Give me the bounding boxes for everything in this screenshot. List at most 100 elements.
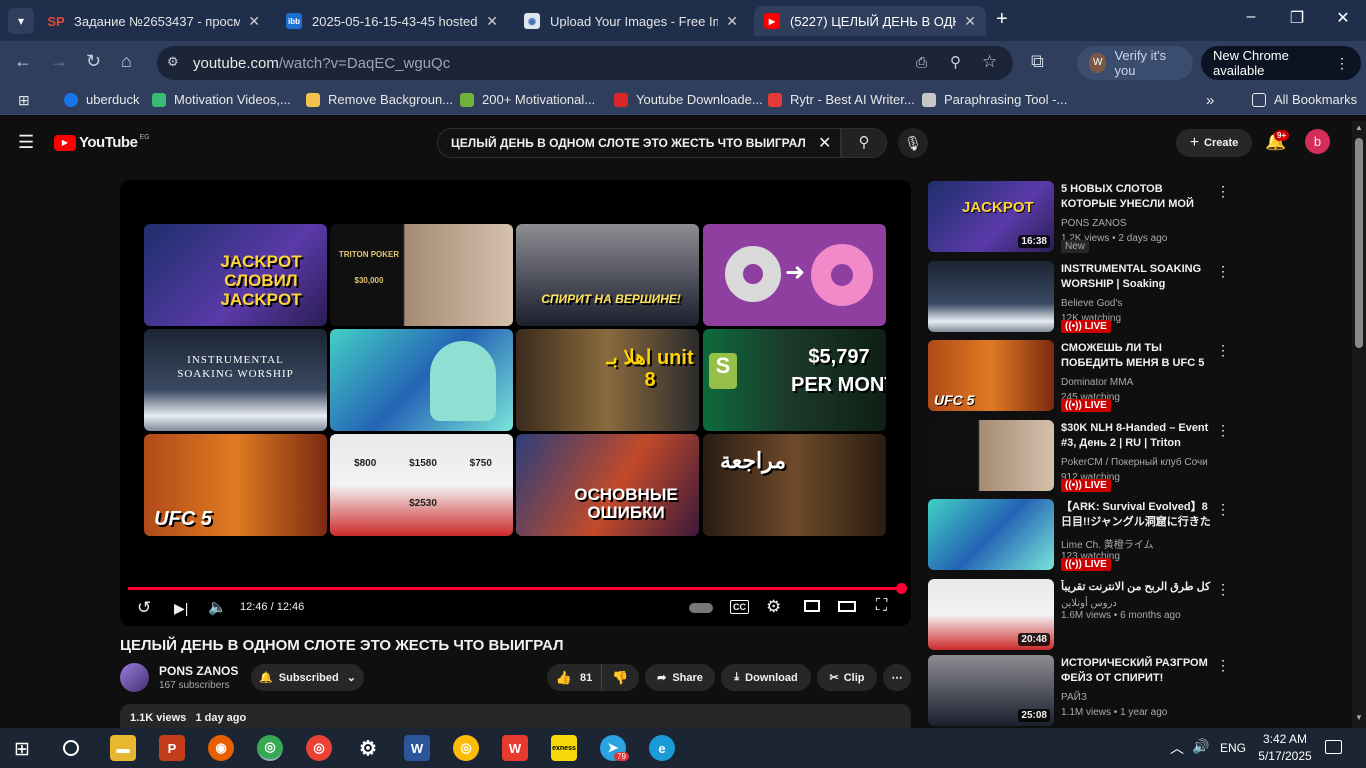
install-app-icon[interactable]: ⎙ <box>916 54 927 71</box>
settings-gear-icon[interactable]: ⚙ <box>355 735 381 761</box>
more-vertical-icon[interactable]: ⋮ <box>1216 342 1230 359</box>
close-icon[interactable]: ✕ <box>726 13 738 30</box>
more-vertical-icon[interactable]: ⋮ <box>1216 422 1230 439</box>
more-vertical-icon[interactable]: ⋮ <box>1216 657 1230 674</box>
bookmark-rytr[interactable]: Rytr - Best AI Writer... <box>768 92 915 107</box>
wps-icon[interactable]: W <box>502 735 528 761</box>
verify-button[interactable]: W Verify it's you <box>1077 46 1193 80</box>
endscreen-video[interactable]: TRITON POKER $30,000 <box>330 224 513 326</box>
extensions-icon[interactable]: ⧉ <box>1031 51 1044 72</box>
minimize-icon[interactable]: – <box>1228 8 1274 26</box>
endscreen-video[interactable]: ОСНОВНЫЕ ОШИБКИ <box>516 434 699 536</box>
exness-icon[interactable]: exness <box>551 735 577 761</box>
home-icon[interactable]: ⌂ <box>121 51 132 72</box>
voice-search-button[interactable]: 🎙 <box>898 128 928 158</box>
fullscreen-icon[interactable]: ⛶ <box>876 597 887 615</box>
share-button[interactable]: ➦ Share <box>645 664 715 691</box>
youtube-logo[interactable]: ▶ YouTube EG <box>54 134 150 151</box>
bookmark-motivation[interactable]: Motivation Videos,... <box>152 92 291 107</box>
forward-icon[interactable]: → <box>50 51 68 72</box>
endscreen-video[interactable]: ➜ <box>703 224 886 326</box>
bookmark-200-motivational[interactable]: 200+ Motivational... <box>460 92 595 107</box>
create-button[interactable]: + Create <box>1176 129 1252 157</box>
endscreen-video[interactable]: $800 $1580 $750 $2530 <box>330 434 513 536</box>
subscribed-button[interactable]: 🔔 Subscribed ⌄ <box>251 664 364 691</box>
site-info-icon[interactable]: ⚙ <box>167 54 179 70</box>
scrollbar-thumb[interactable] <box>1355 138 1363 348</box>
bookmark-paraphrasing[interactable]: Paraphrasing Tool -... <box>922 92 1067 107</box>
endscreen-video[interactable]: مراجعة <box>703 434 886 536</box>
like-button[interactable]: 👍 81 <box>547 664 601 691</box>
endscreen-video[interactable]: اهلا بـ unit 8 <box>516 329 699 431</box>
avatar[interactable]: b <box>1305 129 1330 154</box>
recommendation-item[interactable]: JACKPOT 16:38 5 НОВЫХ СЛОТОВ КОТОРЫЕ УНЕ… <box>928 181 1230 255</box>
more-actions-button[interactable]: ⋯ <box>883 664 911 691</box>
windows-start-icon[interactable]: ⊞ <box>14 738 30 761</box>
chrome-alt-icon[interactable]: ◎ <box>453 735 479 761</box>
search-button[interactable]: ⚲ <box>841 128 887 158</box>
scroll-down-icon[interactable]: ▼ <box>1355 713 1363 722</box>
menu-icon[interactable]: ☰ <box>18 132 34 153</box>
scrubber-handle[interactable] <box>896 583 907 594</box>
chevron-right-icon[interactable]: » <box>1206 92 1214 109</box>
more-vertical-icon[interactable]: ⋮ <box>1216 183 1230 200</box>
autoplay-toggle[interactable] <box>689 603 713 613</box>
bookmark-remove-bg[interactable]: Remove Backgroun... <box>306 92 453 107</box>
channel-name[interactable]: PONS ZANOS <box>159 664 238 678</box>
edge-icon[interactable]: e <box>649 735 675 761</box>
bookmark-youtube-downloader[interactable]: Youtube Downloade... <box>614 92 763 107</box>
search-circle-icon[interactable] <box>63 740 79 756</box>
progress-bar[interactable] <box>128 583 907 594</box>
clock-date[interactable]: 5/17/2025 <box>1254 749 1316 763</box>
clock-time[interactable]: 3:42 AM <box>1258 732 1312 746</box>
restore-icon[interactable]: ❐ <box>1274 8 1320 28</box>
new-tab-button[interactable]: + <box>996 8 1008 31</box>
clip-button[interactable]: ✂ Clip <box>817 664 877 691</box>
search-input[interactable]: ЦЕЛЫЙ ДЕНЬ В ОДНОМ СЛОТЕ ЭТО ЖЕСТЬ ЧТО В… <box>437 128 841 158</box>
address-bar[interactable]: ⚙ youtube.com/watch?v=DaqEC_wguQc ⎙ ⚲ ☆ <box>157 46 1013 80</box>
update-chrome-button[interactable]: New Chrome available ⋮ <box>1201 46 1361 80</box>
tab-3[interactable]: ◉ Upload Your Images - Free Imag ✕ <box>514 6 748 36</box>
file-explorer-icon[interactable]: ▬ <box>110 735 136 761</box>
tray-chevron-icon[interactable]: ︿ <box>1170 738 1184 758</box>
endscreen-video[interactable]: СПИРИТ НА ВЕРШИНЕ! <box>516 224 699 326</box>
chrome-profile-icon[interactable]: ◎ <box>257 735 283 761</box>
recommendation-item[interactable]: $30K NLH 8-Handed – Event #3, День 2 | R… <box>928 420 1230 494</box>
recommendation-item[interactable]: 25:08 ИСТОРИЧЕСКИЙ РАЗГРОМ ФЕЙЗ ОТ СПИРИ… <box>928 655 1230 729</box>
bookmark-star-icon[interactable]: ☆ <box>982 52 997 72</box>
back-icon[interactable]: ← <box>14 51 32 72</box>
next-icon[interactable]: ▶| <box>174 600 188 617</box>
endscreen-video[interactable]: JACKPOT СЛОВИЛ JACKPOT <box>144 224 327 326</box>
reload-icon[interactable]: ↻ <box>86 51 101 72</box>
tab-search-button[interactable]: ▾ <box>8 8 34 34</box>
tab-1[interactable]: SP Задание №2653437 - просмот ✕ <box>38 6 270 36</box>
video-player[interactable]: JACKPOT СЛОВИЛ JACKPOT TRITON POKER $30,… <box>120 180 911 626</box>
bookmark-uberduck[interactable]: uberduck <box>64 92 139 107</box>
more-vertical-icon[interactable]: ⋮ <box>1216 263 1230 280</box>
notification-center-icon[interactable] <box>1325 740 1342 754</box>
close-icon[interactable]: ✕ <box>486 13 498 30</box>
endscreen-video[interactable]: INSTRUMENTAL SOAKING WORSHIP <box>144 329 327 431</box>
recommendation-item[interactable]: 20:48 كل طرق الربح من الانترنت تقريباً د… <box>928 579 1230 653</box>
close-window-icon[interactable]: ✕ <box>1320 8 1366 28</box>
volume-icon[interactable]: 🔈 <box>208 598 227 616</box>
endscreen-video[interactable]: S $5,797 PER MONTH <box>703 329 886 431</box>
speaker-icon[interactable]: 🔊 <box>1192 738 1209 755</box>
firefox-icon[interactable]: ◉ <box>208 735 234 761</box>
scroll-up-icon[interactable]: ▲ <box>1355 123 1363 132</box>
endscreen-video[interactable] <box>330 329 513 431</box>
zoom-icon[interactable]: ⚲ <box>950 53 961 71</box>
dislike-button[interactable]: 👎 <box>601 664 639 691</box>
more-vertical-icon[interactable]: ⋮ <box>1216 501 1230 518</box>
recommendation-item[interactable]: UFC 5 СМОЖЕШЬ ЛИ ТЫ ПОБЕДИТЬ МЕНЯ В UFC … <box>928 340 1230 414</box>
settings-icon[interactable]: ⚙ <box>766 597 781 617</box>
channel-avatar[interactable] <box>120 663 149 692</box>
page-scrollbar[interactable]: ▲ ▼ <box>1352 121 1366 728</box>
download-button[interactable]: ⤓ Download <box>721 664 811 691</box>
tab-4[interactable]: ▶ (5227) ЦЕЛЫЙ ДЕНЬ В ОДНОМ ✕ <box>754 6 986 36</box>
endscreen-video[interactable]: UFC 5 <box>144 434 327 536</box>
chrome-icon[interactable]: ◎ <box>306 735 332 761</box>
theater-icon[interactable] <box>838 601 856 612</box>
more-vertical-icon[interactable]: ⋮ <box>1216 581 1230 598</box>
all-bookmarks[interactable]: All Bookmarks <box>1252 92 1357 107</box>
